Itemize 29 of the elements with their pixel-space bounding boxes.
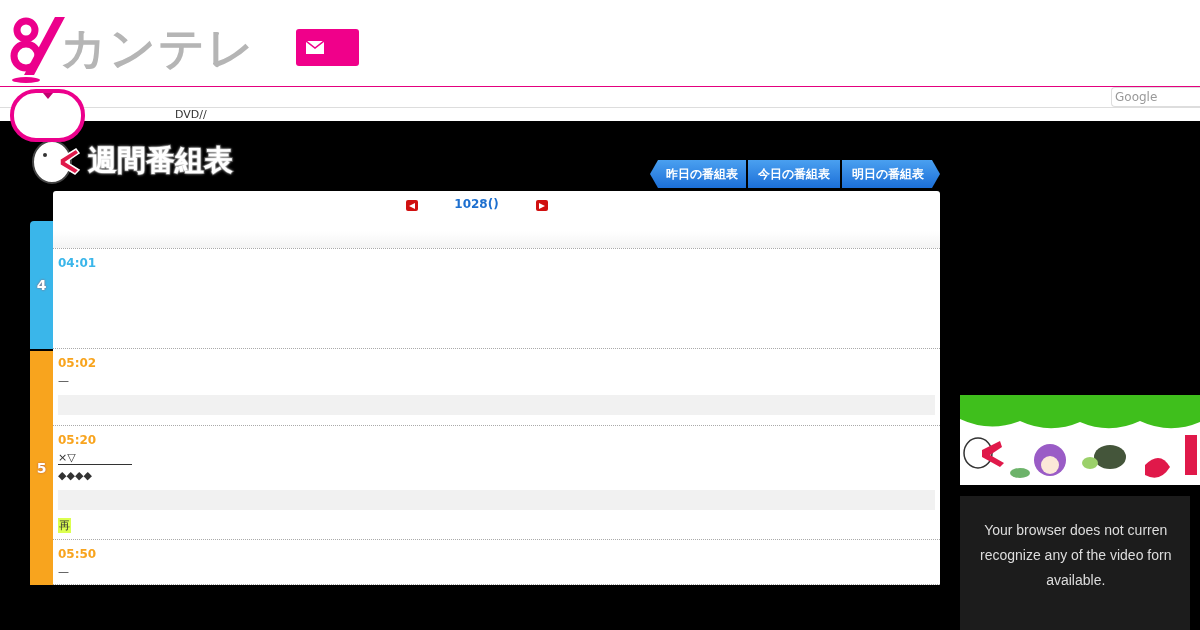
left-triangle-icon bbox=[408, 202, 415, 209]
video-player[interactable]: Your browser does not curren recognize any of the video forn available. bbox=[960, 496, 1190, 630]
program-title-link[interactable]: ×▽ bbox=[58, 451, 132, 465]
program-text: ◆◆◆◆ bbox=[58, 469, 92, 482]
program-time: 05:20 bbox=[58, 433, 97, 447]
search-field[interactable]: Google bbox=[1111, 87, 1200, 107]
next-day-button[interactable] bbox=[535, 200, 548, 211]
video-error-message: Your browser does not curren recognize any of the video forn available. bbox=[980, 521, 1172, 590]
rerun-badge: 再 bbox=[58, 518, 71, 533]
logo-text: カンテレ bbox=[60, 20, 256, 77]
right-triangle-icon bbox=[538, 202, 545, 209]
hour-label: 5 bbox=[36, 460, 47, 476]
mail-button[interactable] bbox=[296, 29, 359, 66]
day-button[interactable]: 今日の番組表 bbox=[748, 160, 840, 188]
day-button[interactable]: 昨日の番組表 bbox=[650, 160, 746, 188]
program-time: 04:01 bbox=[58, 256, 97, 270]
envelope-icon bbox=[306, 41, 324, 54]
caret-icon bbox=[42, 93, 53, 99]
program-text: — bbox=[58, 565, 69, 578]
program-time: 05:02 bbox=[58, 356, 97, 370]
day-button[interactable]: 明日の番組表 bbox=[842, 160, 940, 188]
page-title: 週間番組表 bbox=[88, 142, 233, 179]
menu-button[interactable] bbox=[10, 89, 85, 142]
prev-day-button[interactable] bbox=[405, 200, 418, 211]
date-label: 1028() bbox=[453, 197, 500, 213]
hour-label: 4 bbox=[36, 277, 47, 293]
program-time: 05:50 bbox=[58, 547, 97, 561]
program-text: — bbox=[58, 374, 69, 387]
nav-link[interactable]: DVD// bbox=[175, 108, 207, 121]
